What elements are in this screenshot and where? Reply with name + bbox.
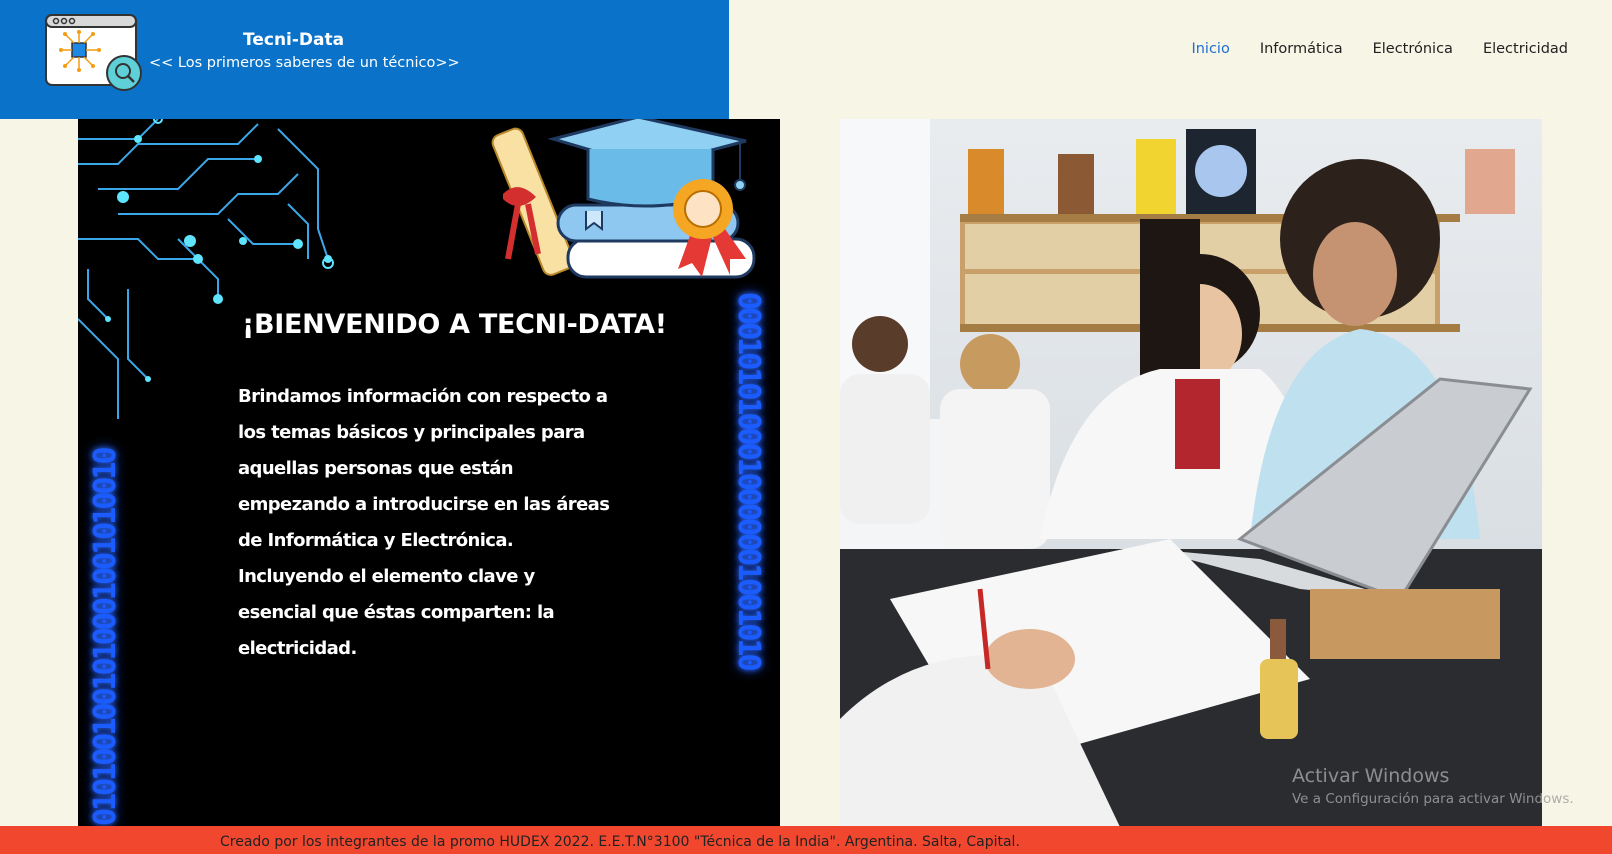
nav-item-informatica[interactable]: Informática: [1245, 40, 1358, 58]
site-header: Tecni-Data << Los primeros saberes de un…: [0, 0, 729, 119]
main-nav: Inicio Informática Electrónica Electrici…: [1176, 40, 1583, 58]
watermark-subtitle: Ve a Configuración para activar Windows.: [1292, 791, 1574, 807]
site-tagline: << Los primeros saberes de un técnico>>: [149, 55, 460, 71]
nav-item-electronica[interactable]: Electrónica: [1358, 40, 1468, 58]
nav-item-electricidad[interactable]: Electricidad: [1468, 40, 1583, 58]
watermark-title: Activar Windows: [1292, 765, 1450, 787]
diploma-scroll-icon: [491, 127, 575, 276]
binary-strip-left: 0101001001010001001010010: [88, 449, 123, 826]
windows-activation-watermark: Activar Windows Ve a Configuración para …: [1292, 765, 1574, 807]
welcome-description: Brindamos información con respecto a los…: [238, 386, 610, 659]
circuit-icon: [78, 119, 329, 419]
binary-strip-right: 0001010100010000001001010: [731, 292, 766, 669]
panel-decoration: [78, 119, 756, 419]
site-footer: Creado por los integrantes de la promo H…: [0, 826, 1612, 854]
welcome-title: ¡BIENVENIDO A TECNI-DATA!: [242, 309, 667, 340]
browser-chip-magnifier-icon[interactable]: [44, 13, 148, 93]
nav-item-inicio[interactable]: Inicio: [1176, 40, 1244, 58]
footer-credits: Creado por los integrantes de la promo H…: [220, 834, 1020, 850]
students-laptop-lab-photo: [840, 119, 1542, 827]
site-title[interactable]: Tecni-Data: [243, 30, 344, 50]
welcome-panel: 0101001001010001001010010 00010101000100…: [78, 119, 780, 827]
